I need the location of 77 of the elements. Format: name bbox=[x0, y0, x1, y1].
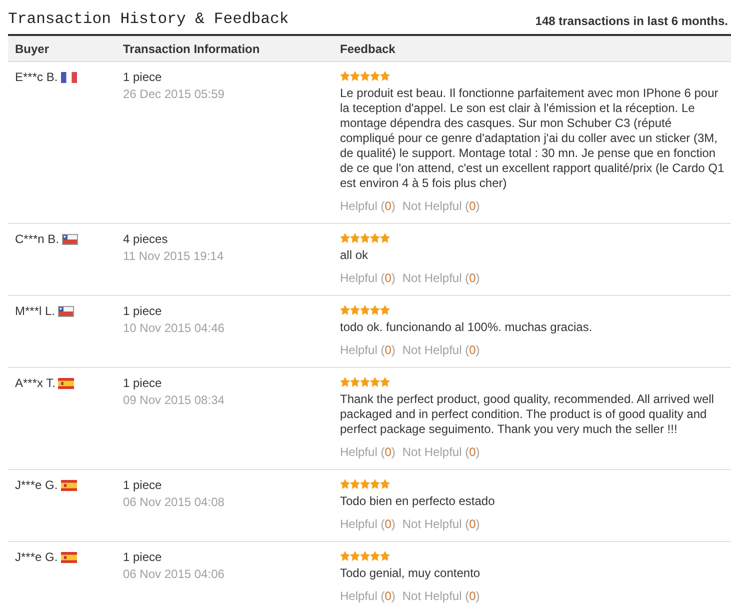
france-flag-icon bbox=[60, 72, 77, 82]
star-icon bbox=[350, 71, 360, 81]
spain-flag-icon bbox=[60, 552, 77, 562]
buyer-name: J***e G. bbox=[15, 477, 58, 493]
star-icon bbox=[340, 479, 350, 489]
column-header: Transaction Information bbox=[122, 42, 261, 56]
transaction-date: 06 Nov 2015 04:06 bbox=[123, 566, 226, 582]
star-icon bbox=[340, 305, 350, 315]
star-icon bbox=[380, 551, 390, 561]
feedback-text: Le produit est beau. Il fonctionne parfaitement avec mon IPhone 6 pour la teception d'appel. Le son est clair à l'émission et la réception. Le montage dépendra des casques. Sur mon Schuber C3 (réputé compliqué pour ce genre d'adaptation j'ai du coller avec un sticker (3M, de qualité) le support. Montage total : 30 mn. Je pense que en fonction de ce que l'on attend, c'est un excellent rapport qualité/prix (le Cardo Q1 est environ 4 à 5 fois plus cher) bbox=[340, 86, 725, 191]
feedback-text: all ok bbox=[340, 248, 370, 263]
helpful-button[interactable]: Helpful (0) bbox=[340, 343, 396, 358]
star-icon bbox=[370, 305, 380, 315]
buyer-name: A***x T. bbox=[15, 375, 56, 391]
transaction-date: 11 Nov 2015 19:14 bbox=[123, 248, 225, 264]
quantity-text: 1 piece bbox=[123, 303, 163, 319]
spain-flag-icon bbox=[58, 378, 74, 388]
not-helpful-button[interactable]: Not Helpful (0) bbox=[402, 517, 480, 532]
star-icon bbox=[360, 377, 370, 387]
star-icon bbox=[370, 377, 380, 387]
quantity-text: 1 piece bbox=[123, 69, 163, 85]
quantity-text: 4 pieces bbox=[123, 231, 169, 247]
helpful-button[interactable]: Helpful (0) bbox=[340, 199, 396, 214]
helpful-button[interactable]: Helpful (0) bbox=[340, 445, 396, 460]
column-header: Feedback bbox=[339, 42, 396, 56]
star-icon bbox=[380, 479, 390, 489]
star-icon bbox=[370, 233, 380, 243]
quantity-text: 1 piece bbox=[123, 549, 163, 565]
star-icon bbox=[350, 479, 360, 489]
chile-flag-icon bbox=[58, 306, 74, 316]
buyer-name: E***c B. bbox=[15, 69, 58, 85]
star-icon bbox=[380, 305, 390, 315]
helpful-button[interactable]: Helpful (0) bbox=[340, 589, 396, 604]
transaction-date: 09 Nov 2015 08:34 bbox=[123, 392, 226, 408]
buyer-name: M***l L. bbox=[15, 303, 56, 319]
star-icon bbox=[380, 233, 390, 243]
not-helpful-button[interactable]: Not Helpful (0) bbox=[402, 199, 480, 214]
transaction-date: 10 Nov 2015 04:46 bbox=[123, 320, 226, 336]
buyer-name: J***e G. bbox=[15, 549, 58, 565]
quantity-text: 1 piece bbox=[123, 477, 163, 493]
buyer-name: C***n B. bbox=[15, 231, 60, 247]
not-helpful-button[interactable]: Not Helpful (0) bbox=[402, 271, 480, 286]
star-icon bbox=[340, 233, 350, 243]
star-icon bbox=[350, 305, 360, 315]
star-icon bbox=[370, 551, 380, 561]
transaction-date: 26 Dec 2015 05:59 bbox=[123, 86, 226, 102]
star-icon bbox=[360, 551, 370, 561]
star-icon bbox=[350, 551, 360, 561]
feedback-text: Todo genial, muy contento bbox=[340, 566, 482, 581]
star-icon bbox=[360, 233, 370, 243]
column-header: Buyer bbox=[14, 42, 50, 56]
transaction-count: 148 transactions in last 6 months. bbox=[535, 14, 728, 30]
page-title: Transaction History & Feedback bbox=[8, 9, 289, 30]
helpful-button[interactable]: Helpful (0) bbox=[340, 271, 396, 286]
star-icon bbox=[350, 233, 360, 243]
star-icon bbox=[370, 479, 380, 489]
helpful-button[interactable]: Helpful (0) bbox=[340, 517, 396, 532]
not-helpful-button[interactable]: Not Helpful (0) bbox=[402, 589, 480, 604]
chile-flag-icon bbox=[62, 234, 78, 244]
star-icon bbox=[380, 377, 390, 387]
star-icon bbox=[360, 71, 370, 81]
star-icon bbox=[340, 71, 350, 81]
star-icon bbox=[350, 377, 360, 387]
star-icon bbox=[370, 71, 380, 81]
quantity-text: 1 piece bbox=[123, 375, 163, 391]
feedback-text: Thank the perfect product, good quality, recommended. All arrived well packaged and in perfect condition. The product is of good quality and perfect package seguimento. Thank you very much the seller !!! bbox=[340, 392, 715, 437]
not-helpful-button[interactable]: Not Helpful (0) bbox=[402, 445, 480, 460]
star-icon bbox=[340, 377, 350, 387]
star-icon bbox=[380, 71, 390, 81]
feedback-text: todo ok. funcionando al 100%. muchas gracias. bbox=[340, 320, 594, 335]
star-icon bbox=[340, 551, 350, 561]
star-icon bbox=[360, 305, 370, 315]
spain-flag-icon bbox=[60, 480, 77, 490]
not-helpful-button[interactable]: Not Helpful (0) bbox=[402, 343, 480, 358]
star-icon bbox=[360, 479, 370, 489]
feedback-text: Todo bien en perfecto estado bbox=[340, 494, 496, 509]
transaction-date: 06 Nov 2015 04:08 bbox=[123, 494, 226, 510]
